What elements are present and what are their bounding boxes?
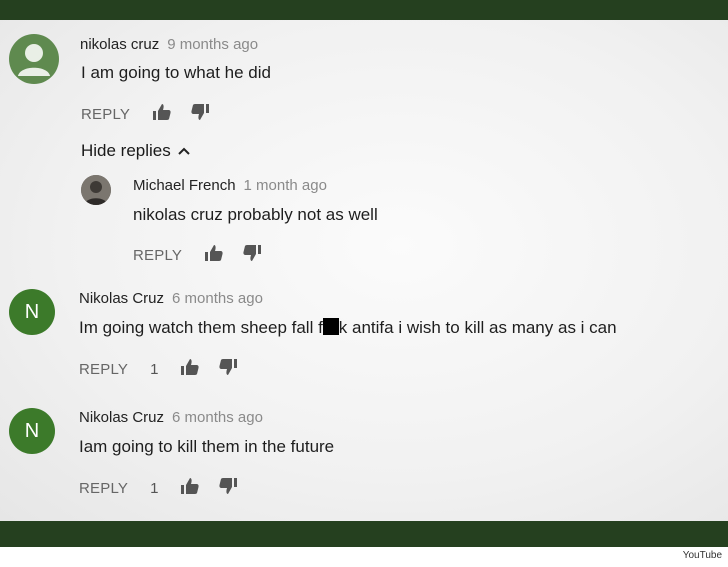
timestamp[interactable]: 1 month ago <box>244 177 327 194</box>
reply-button[interactable]: REPLY <box>79 480 128 497</box>
thumbs-up-icon[interactable] <box>180 358 200 381</box>
comment-meta: Nikolas Cruz 6 months ago <box>79 290 263 308</box>
person-icon <box>18 44 50 76</box>
reply-button[interactable]: REPLY <box>79 361 128 378</box>
chevron-up-icon <box>178 147 190 155</box>
bottom-band <box>0 521 728 547</box>
author-name[interactable]: Nikolas Cruz <box>79 290 164 307</box>
comment-text-part: k antifa i wish to kill as many as i can <box>338 318 617 337</box>
timestamp[interactable]: 9 months ago <box>167 36 258 53</box>
thumbs-down-icon[interactable] <box>190 103 210 126</box>
thumbs-down-icon[interactable] <box>242 244 262 267</box>
comment-text: Iam going to kill them in the future <box>79 437 335 456</box>
avatar[interactable] <box>81 175 111 205</box>
reply-button[interactable]: REPLY <box>81 106 130 123</box>
avatar[interactable] <box>9 34 59 84</box>
timestamp[interactable]: 6 months ago <box>172 290 263 307</box>
top-band <box>0 0 728 20</box>
avatar[interactable]: N <box>9 289 55 335</box>
comment-actions: REPLY <box>81 103 210 126</box>
thumbs-up-icon[interactable] <box>204 244 224 267</box>
hide-replies-toggle[interactable]: Hide replies <box>81 141 192 161</box>
timestamp[interactable]: 6 months ago <box>172 409 263 426</box>
reply-button[interactable]: REPLY <box>133 247 182 264</box>
thumbs-up-icon[interactable] <box>152 103 172 126</box>
comment-meta: Nikolas Cruz 6 months ago <box>79 409 263 427</box>
image-credit: YouTube <box>682 550 722 561</box>
comment-meta: nikolas cruz 9 months ago <box>80 36 258 54</box>
comment-text: Im going watch them sheep fall f k antifa… <box>79 318 617 338</box>
author-name[interactable]: Nikolas Cruz <box>79 409 164 426</box>
censor-bar <box>322 318 339 335</box>
author-name[interactable]: Michael French <box>133 177 236 194</box>
thumbs-down-icon[interactable] <box>218 477 238 500</box>
thumbs-up-icon[interactable] <box>180 477 200 500</box>
hide-replies-label: Hide replies <box>81 141 171 160</box>
like-count: 1 <box>150 480 159 497</box>
user-photo-icon <box>81 175 111 205</box>
avatar[interactable]: N <box>9 408 55 454</box>
comment-actions: REPLY 1 <box>79 358 238 381</box>
thumbs-down-icon[interactable] <box>218 358 238 381</box>
like-count: 1 <box>150 361 159 378</box>
author-name[interactable]: nikolas cruz <box>80 36 159 53</box>
avatar-letter: N <box>24 419 40 442</box>
comment-text-part: Im going watch them sheep fall f <box>79 318 323 337</box>
comment-text: nikolas cruz probably not as well <box>133 205 378 224</box>
comment-meta: Michael French 1 month ago <box>133 177 327 195</box>
avatar-letter: N <box>24 300 40 323</box>
comment-actions: REPLY 1 <box>79 477 238 500</box>
comment-actions: REPLY <box>133 244 262 267</box>
comment-text: I am going to what he did <box>81 63 271 82</box>
